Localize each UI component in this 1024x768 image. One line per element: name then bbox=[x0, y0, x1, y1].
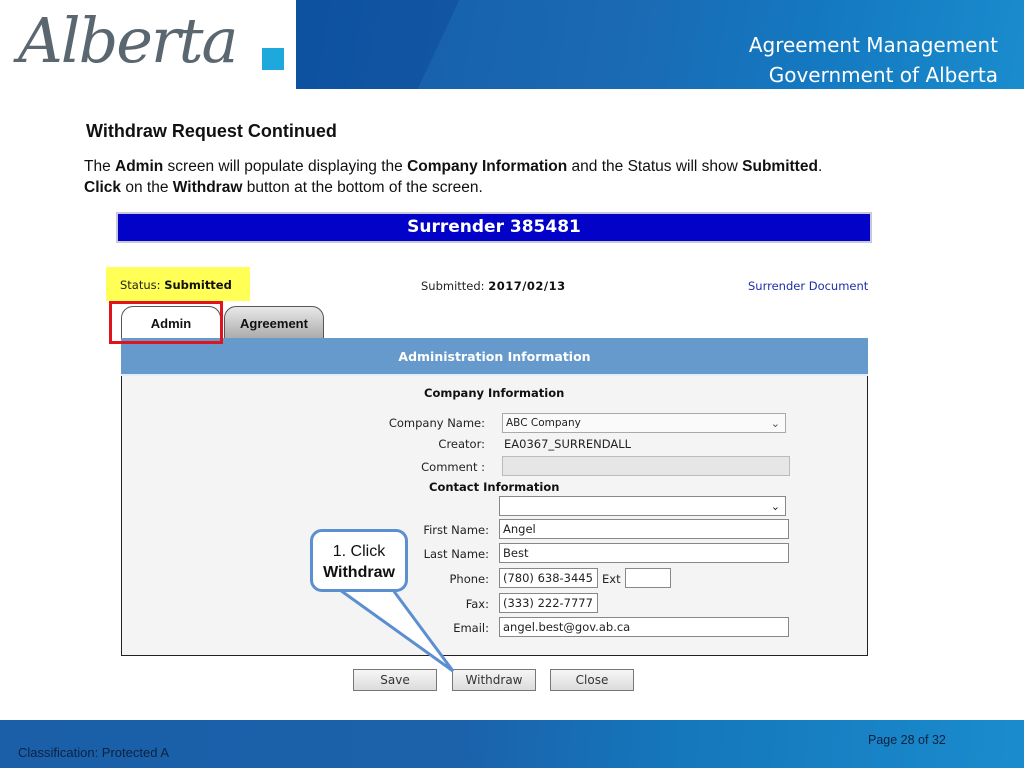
instruction-line-2: Click on the Withdraw button at the bott… bbox=[84, 177, 822, 198]
status-label: Status: bbox=[120, 278, 161, 292]
company-name-value: ABC Company bbox=[506, 417, 581, 429]
page-number: Page 28 of 32 bbox=[868, 733, 946, 747]
classification-label: Classification: Protected A bbox=[18, 745, 170, 760]
comment-field[interactable] bbox=[502, 456, 790, 476]
header-title-line1: Agreement Management bbox=[748, 33, 998, 57]
chevron-down-icon: ⌄ bbox=[770, 500, 780, 513]
instruction-line-1-run: screen will populate displaying the bbox=[163, 158, 408, 175]
panel-header: Administration Information bbox=[121, 338, 868, 376]
instruction-line-1-run: Company Information bbox=[407, 158, 568, 175]
status-value: Submitted bbox=[164, 278, 232, 292]
instruction-line-1: The Admin screen will populate displayin… bbox=[84, 156, 822, 177]
status-badge: Status: Submitted bbox=[106, 267, 250, 301]
logo-square-icon bbox=[262, 48, 284, 70]
company-info-heading: Company Information bbox=[424, 386, 565, 400]
contact-select[interactable]: ⌄ bbox=[499, 496, 786, 516]
instruction-line-1-run: The bbox=[84, 158, 116, 175]
submitted-date-value: 2017/02/13 bbox=[488, 279, 566, 293]
section-title: Withdraw Request Continued bbox=[86, 121, 337, 141]
logo-wordmark: Alberta bbox=[18, 4, 238, 77]
submitted-date: Submitted: 2017/02/13 bbox=[421, 279, 566, 293]
instruction-line-2-run: Click bbox=[84, 179, 122, 196]
alberta-logo: Alberta bbox=[0, 0, 296, 89]
ext-input[interactable] bbox=[625, 568, 671, 588]
instruction-line-1-run: Submitted bbox=[742, 158, 818, 175]
comment-label: Comment : bbox=[421, 460, 485, 474]
withdraw-button[interactable]: Withdraw bbox=[452, 669, 536, 691]
company-name-select[interactable]: ABC Company ⌄ bbox=[502, 413, 786, 433]
tab-admin[interactable]: Admin bbox=[121, 306, 221, 340]
submitted-label: Submitted: bbox=[421, 279, 485, 293]
header-banner: Agreement Management Government of Alber… bbox=[296, 0, 1024, 89]
callout-line-1: 1. Click bbox=[332, 543, 386, 560]
fax-input[interactable]: (333) 222-7777 bbox=[499, 593, 598, 613]
tab-agreement[interactable]: Agreement bbox=[224, 306, 324, 340]
header-title: Agreement Management Government of Alber… bbox=[749, 30, 998, 89]
instruction-line-1-run: and the Status will show bbox=[567, 158, 743, 175]
callout-box: 1. Click Withdraw bbox=[310, 529, 408, 592]
surrender-document-link[interactable]: Surrender Document bbox=[748, 279, 868, 293]
instruction-line-2-run: button at the bottom of the screen. bbox=[242, 179, 483, 196]
creator-label: Creator: bbox=[438, 437, 485, 451]
chevron-down-icon: ⌄ bbox=[770, 417, 780, 430]
email-input[interactable]: angel.best@gov.ab.ca bbox=[499, 617, 789, 637]
instruction-line-2-run: on the bbox=[121, 179, 173, 196]
close-button[interactable]: Close bbox=[550, 669, 634, 691]
instructions: The Admin screen will populate displayin… bbox=[84, 156, 822, 198]
email-label: Email: bbox=[453, 621, 489, 635]
creator-value: EA0367_SURRENDALL bbox=[504, 437, 632, 451]
save-button[interactable]: Save bbox=[353, 669, 437, 691]
instruction-line-2-run: Withdraw bbox=[172, 179, 243, 196]
surrender-title-bar: Surrender 385481 bbox=[116, 212, 872, 243]
phone-input[interactable]: (780) 638-3445 bbox=[499, 568, 598, 588]
contact-info-heading: Contact Information bbox=[429, 480, 560, 494]
header-title-line2: Government of Alberta bbox=[768, 63, 998, 87]
instruction-line-1-run: Admin bbox=[115, 158, 164, 175]
company-name-label: Company Name: bbox=[388, 416, 485, 430]
fax-label: Fax: bbox=[465, 597, 489, 611]
last-name-input[interactable]: Best bbox=[499, 543, 789, 563]
ext-label: Ext bbox=[602, 572, 621, 586]
callout-line-2: Withdraw bbox=[323, 564, 395, 581]
first-name-input[interactable]: Angel bbox=[499, 519, 789, 539]
instruction-line-1-run: . bbox=[817, 158, 823, 175]
